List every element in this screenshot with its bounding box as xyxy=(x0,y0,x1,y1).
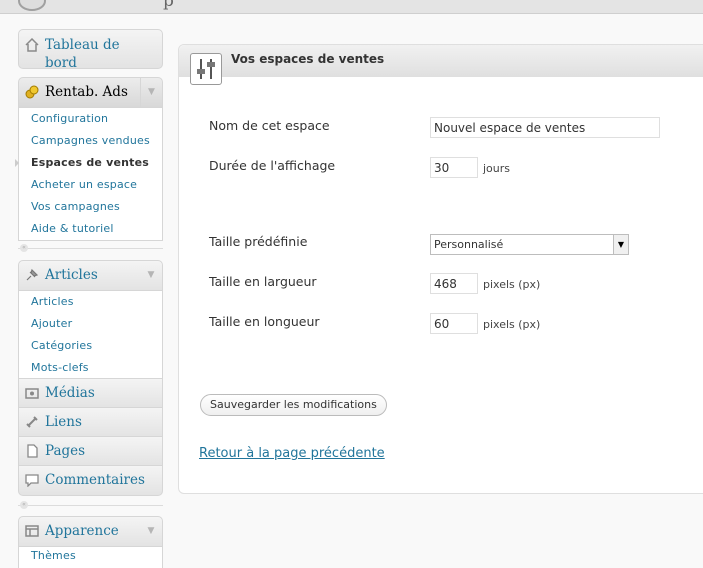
submenu-item-themes[interactable]: Thèmes xyxy=(19,547,162,565)
submenu-articles: Articles Ajouter Catégories Mots-clefs xyxy=(18,291,163,380)
duration-unit: jours xyxy=(483,162,511,175)
wordpress-logo-icon[interactable] xyxy=(18,0,46,11)
submenu-item-aide-tutoriel[interactable]: Aide & tutoriel xyxy=(19,218,162,240)
menu-label: Commentaires xyxy=(45,472,145,488)
comment-icon xyxy=(25,474,39,487)
coins-icon xyxy=(25,85,39,99)
height-unit: pixels (px) xyxy=(483,318,541,331)
pin-icon xyxy=(26,268,39,281)
submenu-item-vos-campagnes[interactable]: Vos campagnes xyxy=(19,196,162,218)
select-value: Personnalisé xyxy=(434,238,504,251)
menu-separator: « xyxy=(18,244,163,252)
submenu-item-configuration[interactable]: Configuration xyxy=(19,108,162,130)
menu-pages[interactable]: Pages xyxy=(18,436,163,467)
admin-header: p xyxy=(0,0,703,14)
submenu-item-acheter-un-espace[interactable]: Acheter un espace xyxy=(19,174,162,196)
settings-sliders-icon xyxy=(190,53,222,85)
submenu-item-campagnes-vendues[interactable]: Campagnes vendues xyxy=(19,130,162,152)
menu-label: Liens xyxy=(45,414,82,430)
duration-label: Durée de l'affichage xyxy=(209,158,336,173)
chevron-down-icon[interactable]: ▼ xyxy=(140,78,162,107)
save-button[interactable]: Sauvegarder les modifications xyxy=(200,394,387,416)
separator-arrow-icon[interactable]: « xyxy=(20,244,28,252)
menu-apparence: Apparence ▼ Thèmes xyxy=(18,516,163,568)
menu-label: Médias xyxy=(45,385,95,401)
menu-rentab-ads: Rentab. Ads ▼ Configuration Campagnes ve… xyxy=(15,77,163,241)
menu-commentaires[interactable]: Commentaires xyxy=(18,465,163,496)
width-label: Taille en largueur xyxy=(209,274,317,289)
submenu-item-espaces-de-ventes[interactable]: Espaces de ventes xyxy=(15,152,162,174)
submenu-item-articles[interactable]: Articles xyxy=(19,291,162,313)
chevron-down-icon[interactable]: ▼ xyxy=(140,261,162,290)
menu-apparence-head[interactable]: Apparence ▼ xyxy=(19,517,162,546)
size-label: Taille prédéfinie xyxy=(209,234,308,249)
height-label: Taille en longueur xyxy=(209,314,320,329)
menu-articles: Articles ▼ Articles Ajouter Catégories M… xyxy=(18,260,163,380)
menu-medias[interactable]: Médias xyxy=(18,378,163,409)
chevron-down-icon[interactable]: ▼ xyxy=(613,235,628,254)
menu-label: Apparence xyxy=(45,523,119,539)
height-field[interactable] xyxy=(430,313,478,334)
menu-dashboard[interactable]: Tableau de bord xyxy=(18,29,163,71)
submenu-apparence: Thèmes xyxy=(18,547,163,568)
media-icon xyxy=(25,388,39,399)
chevron-down-icon[interactable]: ▼ xyxy=(140,517,162,546)
submenu-item-categories[interactable]: Catégories xyxy=(19,335,162,357)
postbox-title: Vos espaces de ventes xyxy=(231,52,385,66)
link-icon xyxy=(26,416,38,428)
postbox-header: Vos espaces de ventes xyxy=(179,45,703,77)
site-title-partial: p xyxy=(163,0,174,11)
submenu-item-mots-clefs[interactable]: Mots-clefs xyxy=(19,357,162,379)
duration-field[interactable] xyxy=(430,157,478,178)
space-name-field[interactable] xyxy=(430,117,660,138)
submenu-rentab: Configuration Campagnes vendues Espaces … xyxy=(15,108,163,241)
name-label: Nom de cet espace xyxy=(209,118,330,133)
settings-postbox: Vos espaces de ventes xyxy=(178,44,703,494)
width-unit: pixels (px) xyxy=(483,278,541,291)
menu-rentab-head[interactable]: Rentab. Ads ▼ xyxy=(19,78,162,107)
menu-label: Pages xyxy=(45,443,86,459)
width-field[interactable] xyxy=(430,273,478,294)
back-link[interactable]: Retour à la page précédente xyxy=(199,446,385,461)
menu-articles-head[interactable]: Articles ▼ xyxy=(19,261,162,290)
home-icon xyxy=(25,38,39,52)
menu-label: Rentab. Ads xyxy=(45,84,128,100)
menu-label: Tableau de bord xyxy=(45,37,120,71)
page-icon xyxy=(27,444,38,458)
appearance-icon xyxy=(25,525,39,537)
menu-liens[interactable]: Liens xyxy=(18,407,163,438)
menu-label: Articles xyxy=(45,267,98,283)
predefined-size-select[interactable]: Personnalisé ▼ xyxy=(430,234,629,255)
submenu-item-ajouter[interactable]: Ajouter xyxy=(19,313,162,335)
menu-separator: « xyxy=(18,501,163,509)
separator-arrow-icon[interactable]: « xyxy=(20,501,28,509)
